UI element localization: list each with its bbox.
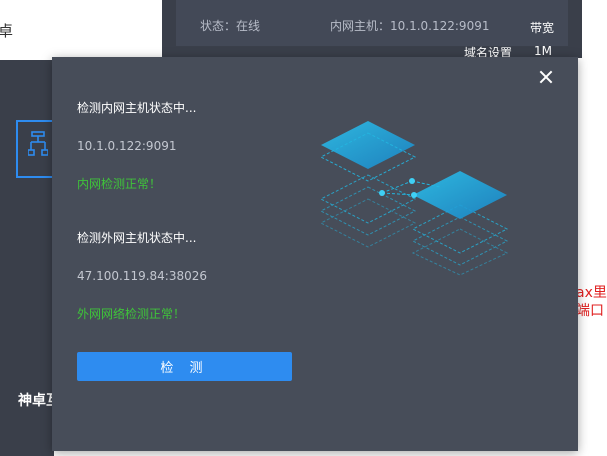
network-layers-icon bbox=[320, 121, 509, 276]
internal-check-result: 内网检测正常！ bbox=[77, 177, 162, 191]
background-host-text: 内网主机：10.1.0.122:9091 bbox=[330, 19, 490, 33]
background-host-info-panel: 状态：在线 内网主机：10.1.0.122:9091 带宽 域名设置 1M bbox=[162, 0, 582, 60]
background-status-text: 状态：在线 bbox=[200, 19, 261, 33]
network-topology-icon bbox=[28, 131, 48, 156]
background-bandwidth-value: 1M bbox=[534, 44, 552, 58]
background-sidebar-panel: 神卓互 bbox=[0, 60, 60, 456]
external-check-title: 检测外网主机状态中... bbox=[77, 231, 197, 245]
background-app-title-fragment: 卓 bbox=[0, 22, 14, 40]
internal-host-address: 10.1.0.122:9091 bbox=[77, 139, 177, 153]
internal-check-section: 检测内网主机状态中... 10.1.0.122:9091 内网检测正常！ bbox=[77, 99, 196, 192]
external-check-section: 检测外网主机状态中... 47.100.119.84:38026 外网网络检测正… bbox=[77, 229, 207, 322]
internal-check-title: 检测内网主机状态中... bbox=[77, 101, 197, 115]
external-check-result: 外网网络检测正常！ bbox=[77, 307, 186, 321]
network-check-dialog: 检测内网主机状态中... 10.1.0.122:9091 内网检测正常！ 检测外… bbox=[52, 57, 578, 451]
close-icon[interactable] bbox=[538, 69, 554, 85]
background-right-alert-line-2: 端口 bbox=[576, 303, 604, 319]
external-host-address: 47.100.119.84:38026 bbox=[77, 269, 208, 283]
background-header-left: 卓 bbox=[0, 0, 162, 58]
background-bandwidth-label: 带宽 bbox=[530, 21, 555, 35]
background-right-alert-line-1: ax里 bbox=[576, 285, 607, 301]
detect-button[interactable]: 检 测 bbox=[77, 352, 292, 381]
background-right-alert-text: ax里 端口 bbox=[576, 284, 607, 320]
